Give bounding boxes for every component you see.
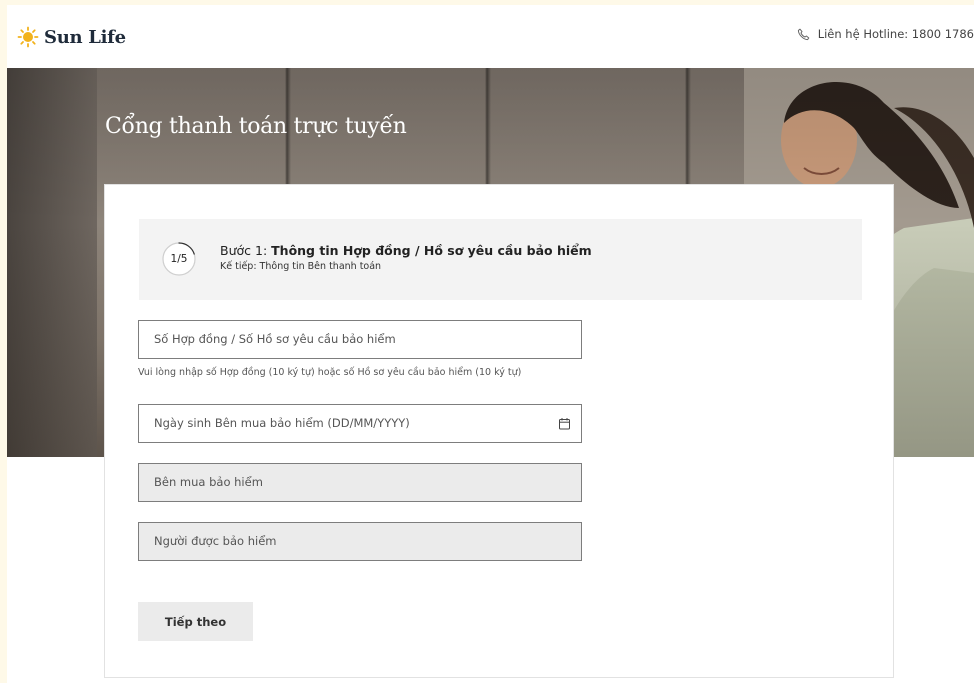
- step-title-line: Bước 1: Thông tin Hợp đồng / Hồ sơ yêu c…: [220, 243, 592, 258]
- hotline-link[interactable]: Liên hệ Hotline: 1800 1786: [797, 27, 974, 41]
- contract-number-placeholder: Số Hợp đồng / Số Hồ sơ yêu cầu bảo hiểm: [154, 332, 396, 346]
- sun-logo-icon: [17, 26, 39, 48]
- contract-number-hint: Vui lòng nhập số Hợp đồng (10 ký tự) hoặ…: [138, 367, 522, 378]
- insured-input[interactable]: Người được bảo hiểm: [138, 522, 582, 561]
- insured-placeholder: Người được bảo hiểm: [154, 534, 277, 548]
- calendar-icon[interactable]: [558, 417, 571, 430]
- phone-icon: [797, 28, 809, 40]
- step-text: Bước 1: Thông tin Hợp đồng / Hồ sơ yêu c…: [220, 243, 592, 272]
- page-title: Cổng thanh toán trực tuyến: [105, 114, 407, 139]
- policyholder-placeholder: Bên mua bảo hiểm: [154, 475, 263, 489]
- policyholder-input[interactable]: Bên mua bảo hiểm: [138, 463, 582, 502]
- step-next: Kế tiếp: Thông tin Bên thanh toán: [220, 261, 382, 272]
- hotline-label: Liên hệ Hotline: 1800 1786: [817, 27, 974, 41]
- brand-name: Sun Life: [44, 26, 126, 48]
- payment-form-card: 1/5 Bước 1: Thông tin Hợp đồng / Hồ sơ y…: [104, 184, 894, 678]
- header: Sun Life Liên hệ Hotline: 1800 1786: [7, 5, 974, 68]
- step-indicator: 1/5 Bước 1: Thông tin Hợp đồng / Hồ sơ y…: [139, 219, 862, 300]
- brand-logo[interactable]: Sun Life: [17, 24, 126, 50]
- dob-placeholder: Ngày sinh Bên mua bảo hiểm (DD/MM/YYYY): [154, 416, 410, 430]
- step-counter: 1/5: [170, 253, 188, 265]
- step-title: Thông tin Hợp đồng / Hồ sơ yêu cầu bảo h…: [271, 243, 592, 258]
- dob-input[interactable]: Ngày sinh Bên mua bảo hiểm (DD/MM/YYYY): [138, 404, 582, 443]
- contract-number-input[interactable]: Số Hợp đồng / Số Hồ sơ yêu cầu bảo hiểm: [138, 320, 582, 359]
- page: Sun Life Liên hệ Hotline: 1800 1786 Cổng…: [7, 5, 974, 683]
- step-prefix: Bước 1:: [220, 243, 272, 258]
- next-button[interactable]: Tiếp theo: [138, 602, 253, 641]
